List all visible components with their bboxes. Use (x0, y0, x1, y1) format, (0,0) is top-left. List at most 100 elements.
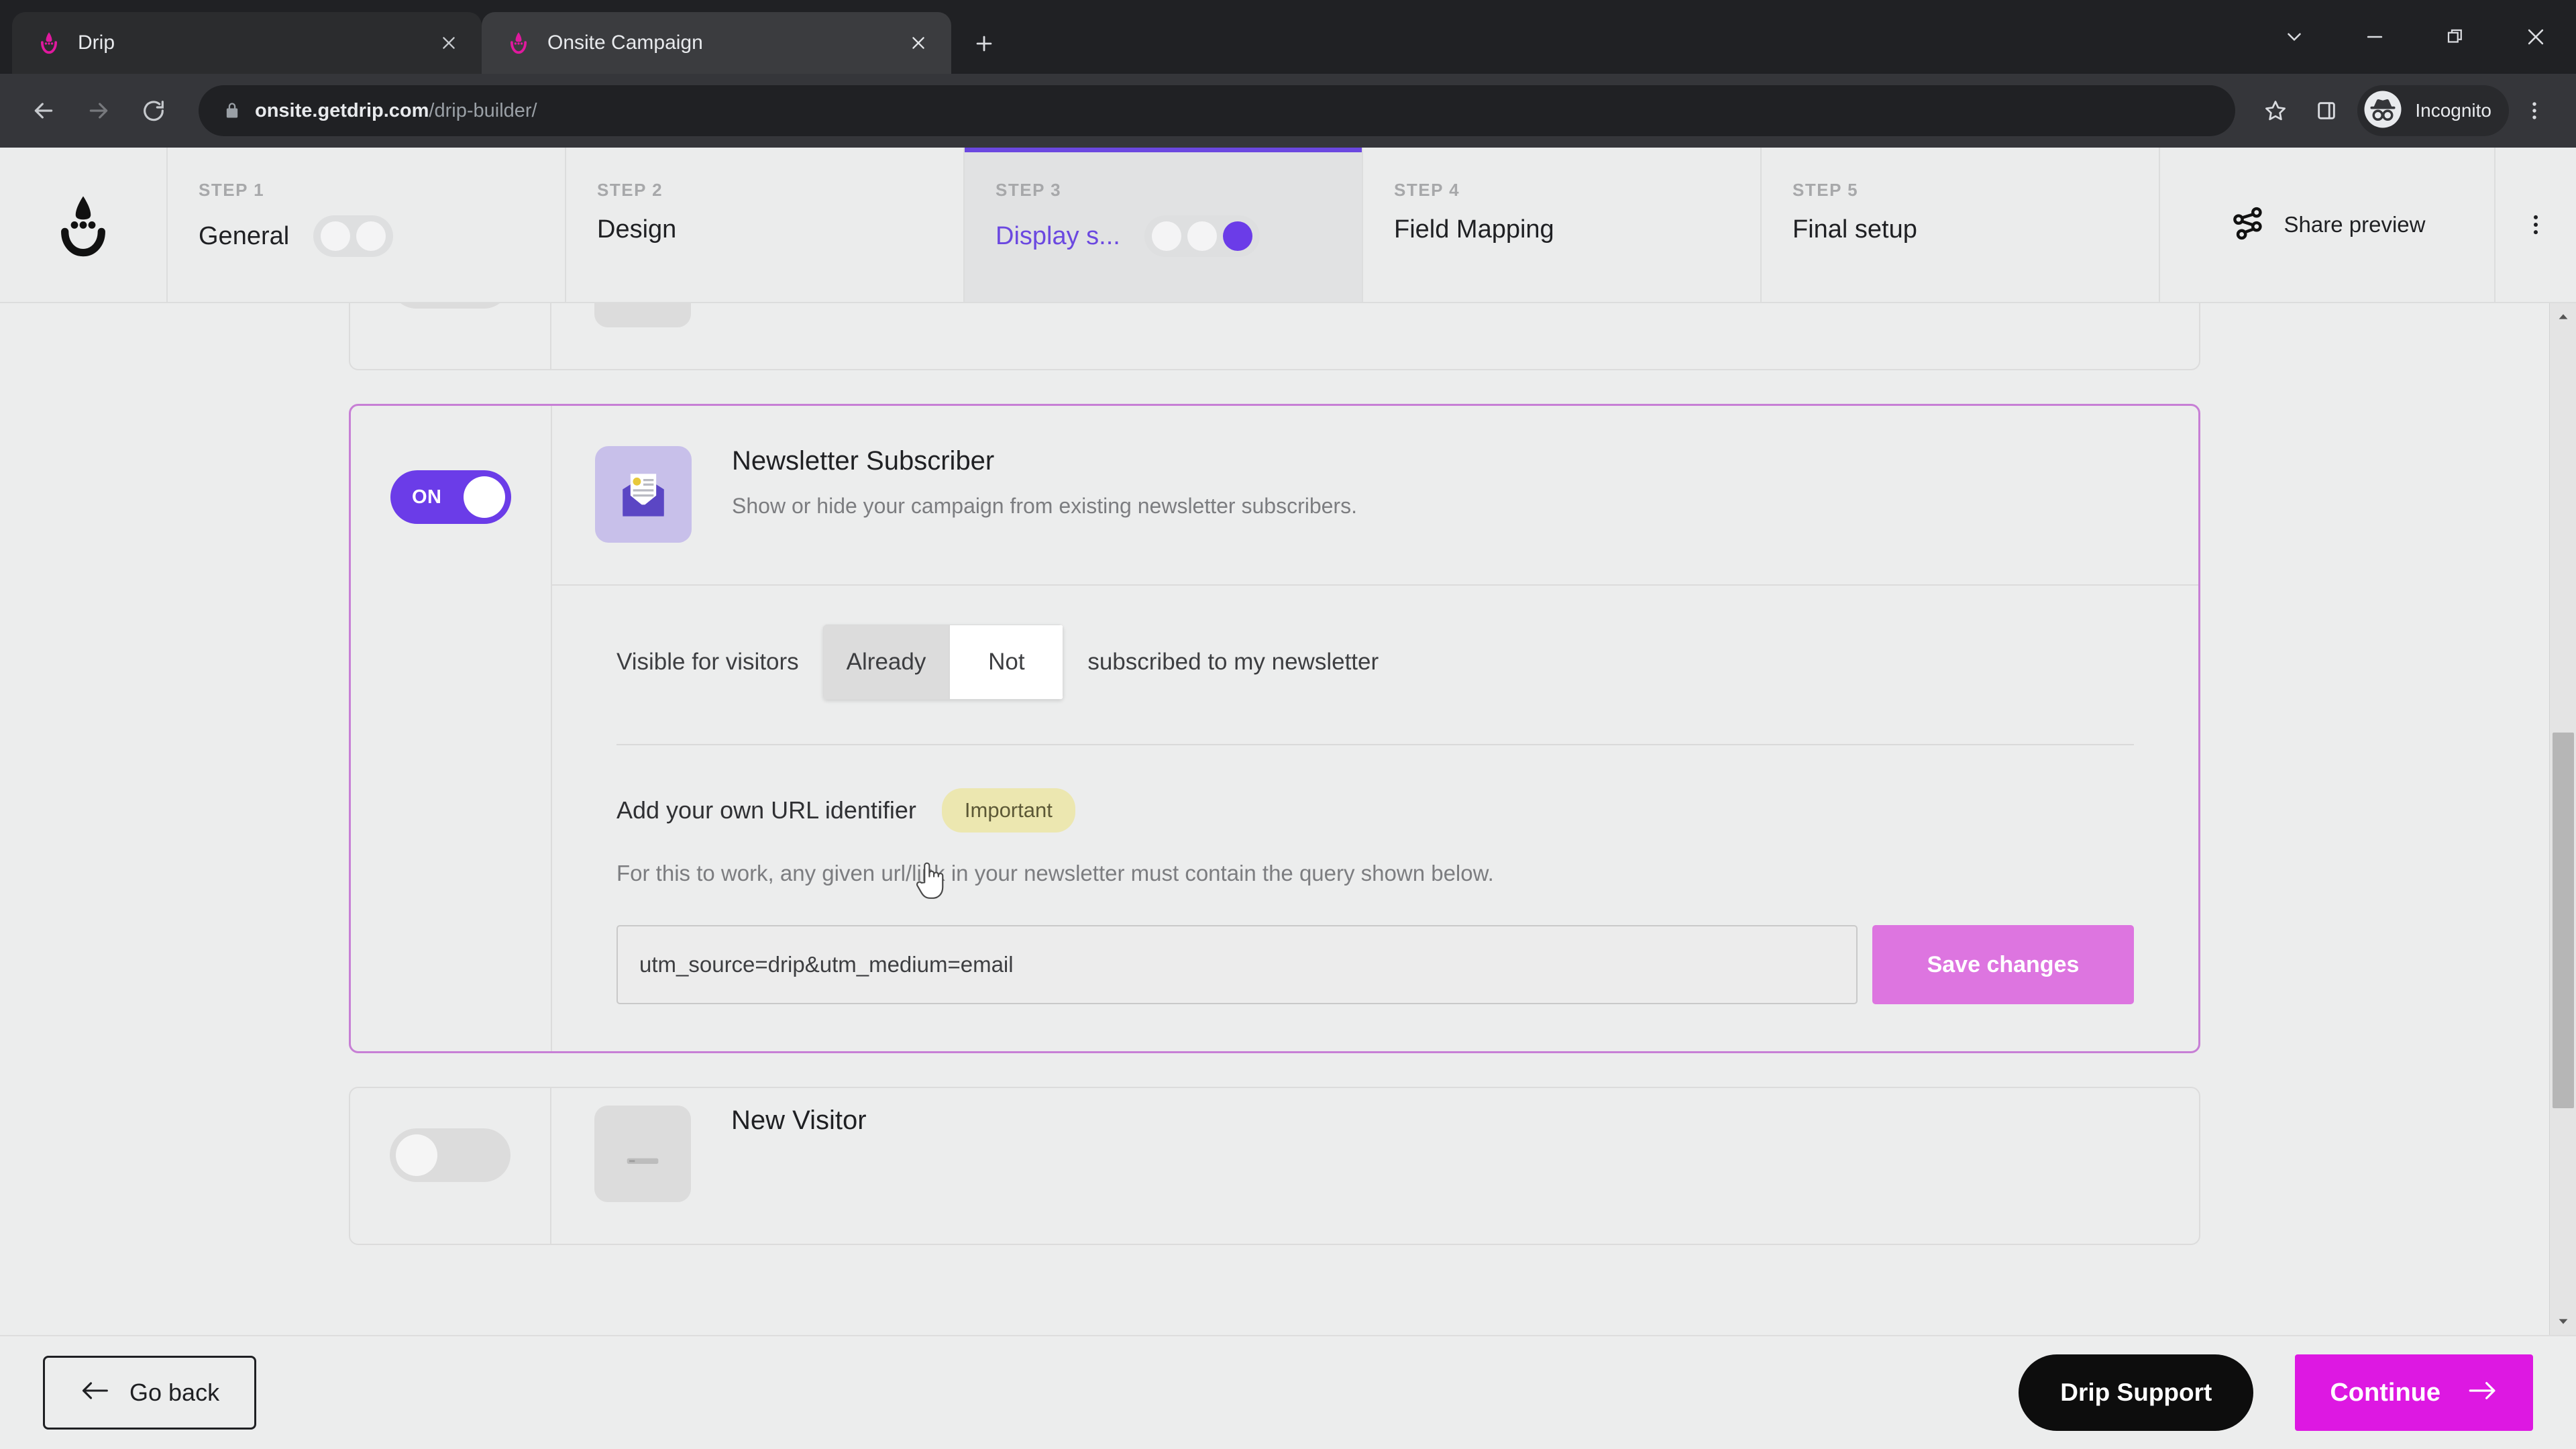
bookmark-star-icon[interactable] (2250, 85, 2301, 136)
step-item-general[interactable]: STEP 1 General (168, 148, 566, 302)
close-icon[interactable] (2496, 0, 2576, 74)
profile-chip-incognito[interactable]: Incognito (2357, 85, 2509, 136)
restore-icon[interactable] (2415, 0, 2496, 74)
settings-scroll-area[interactable]: Hide your campaign permanently after a v… (0, 303, 2549, 1335)
drip-face-logo[interactable] (0, 148, 168, 302)
step-label: Final setup (1792, 215, 1917, 244)
browser-tab-drip[interactable]: Drip (12, 12, 482, 74)
progress-dot (1187, 221, 1217, 251)
card-body: Hide your campaign permanently after a v… (551, 303, 2199, 369)
kebab-menu-icon[interactable] (2509, 85, 2560, 136)
browser-window: Drip Onsite Campaign onsite.getdrip.com/… (0, 0, 2576, 1449)
step-item-design[interactable]: STEP 2 Design (566, 148, 965, 302)
chevron-down-icon[interactable] (2254, 0, 2334, 74)
share-preview-button[interactable]: Share preview (2160, 148, 2496, 302)
arrow-right-icon (2467, 1379, 2498, 1407)
tab-strip: Drip Onsite Campaign (0, 0, 2576, 74)
browser-tab-onsite-campaign[interactable]: Onsite Campaign (482, 12, 951, 74)
new-visitor-icon (594, 1106, 691, 1202)
reload-button[interactable] (126, 83, 181, 138)
step-kicker: STEP 2 (597, 180, 663, 200)
continue-label: Continue (2330, 1378, 2440, 1407)
step-label: General (199, 221, 290, 250)
card-hide-after-x-times[interactable]: Hide your campaign permanently after a v… (349, 303, 2200, 370)
section-divider (616, 744, 2134, 745)
vertical-scrollbar[interactable] (2549, 303, 2576, 1335)
url-identifier-input[interactable] (616, 925, 1858, 1004)
profile-label: Incognito (2415, 100, 2491, 121)
minimize-icon[interactable] (2334, 0, 2415, 74)
subscription-segmented-control[interactable]: Already Not (822, 625, 1064, 700)
url-identifier-field-row: Save changes (616, 925, 2134, 1004)
browser-toolbar: onsite.getdrip.com/drip-builder/ Incogni… (0, 74, 2576, 148)
url-text: onsite.getdrip.com/drip-builder/ (255, 100, 537, 122)
toggle-switch[interactable] (390, 1128, 511, 1182)
segment-option-already[interactable]: Already (822, 625, 950, 700)
url-identifier-title: Add your own URL identifier (616, 796, 916, 824)
address-bar[interactable]: onsite.getdrip.com/drip-builder/ (199, 85, 2236, 136)
step-kicker: STEP 3 (996, 180, 1062, 200)
progress-dot-active (1222, 221, 1252, 251)
settings-list: Hide your campaign permanently after a v… (0, 303, 2549, 1245)
newsletter-envelope-icon (595, 446, 692, 543)
toggle-state-label: ON (412, 486, 442, 508)
step-item-final-setup[interactable]: STEP 5 Final setup (1762, 148, 2160, 302)
scroll-down-arrow-icon[interactable] (2550, 1308, 2576, 1335)
progress-dot (321, 221, 351, 251)
url-identifier-header: Add your own URL identifier Important (616, 788, 2134, 833)
newsletter-toggle-switch[interactable]: ON (390, 470, 511, 524)
new-tab-button[interactable] (965, 24, 1004, 63)
toggle-switch[interactable] (390, 303, 511, 309)
step-item-display-settings[interactable]: STEP 3 Display s... (965, 148, 1363, 302)
scrollbar-thumb[interactable] (2553, 733, 2574, 1108)
toggle-knob (396, 1134, 437, 1176)
save-changes-button[interactable]: Save changes (1872, 925, 2134, 1004)
step-label: Display s... (996, 221, 1120, 250)
card-newsletter-subscriber[interactable]: ON Newsletter Subscriber Show or hide yo… (349, 404, 2200, 1053)
url-domain: onsite.getdrip.com (255, 99, 429, 121)
visibility-suffix: subscribed to my newsletter (1087, 649, 1379, 675)
card-settings-section: Visible for visitors Already Not subscri… (552, 584, 2198, 1051)
step-label: Design (597, 215, 677, 244)
arrow-left-icon (80, 1379, 109, 1407)
step-kicker: STEP 4 (1394, 180, 1460, 200)
close-icon[interactable] (433, 28, 464, 58)
continue-button[interactable]: Continue (2295, 1354, 2533, 1431)
step-item-field-mapping[interactable]: STEP 4 Field Mapping (1363, 148, 1762, 302)
close-icon[interactable] (903, 28, 934, 58)
url-identifier-helper-text: For this to work, any given url/link in … (616, 861, 1494, 885)
drip-logo-icon (504, 29, 533, 57)
card-new-visitor[interactable]: New Visitor (349, 1087, 2200, 1245)
segment-option-not[interactable]: Not (949, 625, 1064, 700)
card-toggle-column (350, 303, 551, 369)
card-toggle-column: ON (351, 406, 552, 1051)
step-progress-dots (313, 215, 394, 257)
drip-logo-icon (35, 29, 63, 57)
forward-button[interactable] (71, 83, 126, 138)
card-header: Hide your campaign permanently after a v… (551, 303, 2199, 369)
window-controls (2254, 0, 2576, 74)
step-kicker: STEP 5 (1792, 180, 1859, 200)
progress-dot (1151, 221, 1181, 251)
drip-support-button[interactable]: Drip Support (2019, 1354, 2254, 1431)
bottom-action-bar: Go back Drip Support Continue (0, 1335, 2576, 1449)
tab-title: Onsite Campaign (547, 32, 703, 54)
back-button[interactable] (16, 83, 71, 138)
app-viewport: STEP 1 General STEP 2 Design STEP 3 Disp… (0, 148, 2576, 1449)
side-panel-icon[interactable] (2301, 85, 2352, 136)
go-back-button[interactable]: Go back (43, 1356, 257, 1430)
card-title: New Visitor (731, 1106, 867, 1135)
step-navigation: STEP 1 General STEP 2 Design STEP 3 Disp… (0, 148, 2576, 303)
card-toggle-column (350, 1088, 551, 1244)
progress-dot (356, 221, 386, 251)
url-path: /drip-builder/ (429, 99, 537, 121)
card-body: New Visitor (551, 1088, 2199, 1244)
card-title: Newsletter Subscriber (732, 446, 995, 476)
status-badge-important: Important (941, 788, 1075, 833)
step-progress-dots (1144, 215, 1260, 257)
step-label: Field Mapping (1394, 215, 1554, 244)
card-header: Newsletter Subscriber Show or hide your … (552, 406, 2198, 584)
step-kebab-menu[interactable] (2496, 148, 2576, 302)
visibility-row: Visible for visitors Already Not subscri… (616, 625, 2134, 700)
scroll-up-arrow-icon[interactable] (2550, 303, 2576, 330)
